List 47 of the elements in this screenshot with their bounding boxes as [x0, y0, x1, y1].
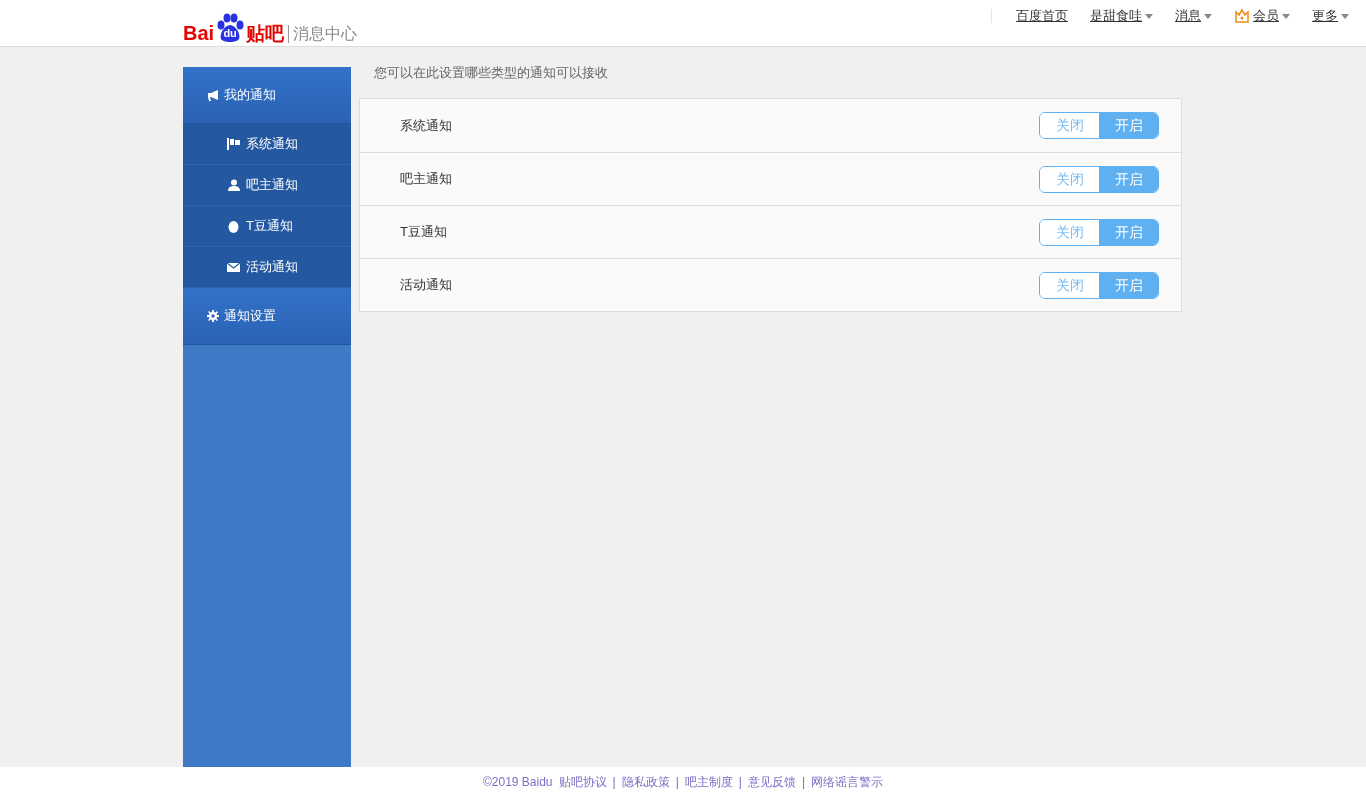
toggle-switch[interactable]: 关闭 开启 — [1039, 165, 1159, 193]
on-option[interactable]: 开启 — [1099, 272, 1158, 298]
caret-icon — [1282, 13, 1290, 19]
caret-icon — [1341, 13, 1349, 19]
separator: | — [675, 774, 679, 791]
footer-link[interactable]: 隐私政策 — [621, 773, 670, 791]
sidebar-subitem[interactable]: 吧主通知 — [183, 165, 351, 206]
footer-link[interactable]: 贴吧协议 — [558, 773, 607, 791]
footer-link[interactable]: 吧主制度 — [684, 773, 733, 791]
logo[interactable]: Bai du 贴吧 — [183, 13, 285, 43]
sidebar-item[interactable]: 我的通知 — [183, 67, 351, 124]
intro-text: 您可以在此设置哪些类型的通知可以接收 — [373, 64, 609, 82]
nav-link[interactable]: 是甜食哇 — [1090, 6, 1153, 26]
flag-icon — [227, 138, 240, 150]
sidebar-item[interactable]: 通知设置 — [183, 288, 351, 345]
megaphone-icon — [207, 89, 219, 101]
copyright-text: ©2019 Baidu — [482, 774, 553, 791]
toggle-switch[interactable]: 关闭 开启 — [1039, 271, 1159, 299]
footer-link[interactable]: 网络谣言警示 — [811, 773, 884, 791]
setting-label: T豆通知 — [400, 223, 447, 242]
setting-label: 系统通知 — [400, 116, 452, 135]
mail-icon — [227, 262, 240, 272]
crown-icon — [1234, 8, 1250, 24]
nav-link[interactable]: 会员 — [1234, 6, 1290, 26]
section-title: 消息中心 — [288, 25, 358, 43]
sidebar-subitem[interactable]: 系统通知 — [183, 124, 351, 165]
sidebar-subitem[interactable]: T豆通知 — [183, 206, 351, 247]
on-option[interactable]: 开启 — [1099, 166, 1158, 192]
toggle-switch[interactable]: 关闭 开启 — [1039, 112, 1159, 139]
bean-icon — [227, 219, 240, 233]
setting-label: 活动通知 — [400, 276, 452, 295]
on-option[interactable]: 开启 — [1099, 219, 1158, 245]
footer-link[interactable]: 意见反馈 — [747, 773, 796, 791]
separator: | — [738, 774, 742, 791]
person-icon — [227, 179, 240, 191]
setting-label: 吧主通知 — [400, 170, 452, 189]
nav-link[interactable]: 消息 — [1175, 6, 1212, 26]
sidebar-subitem[interactable]: 活动通知 — [183, 247, 351, 288]
on-option[interactable]: 开启 — [1099, 113, 1158, 138]
nav-link[interactable]: 百度首页 — [1016, 6, 1068, 26]
separator: | — [801, 774, 806, 791]
settings-icon — [207, 310, 219, 322]
separator: | — [612, 774, 616, 791]
caret-icon — [1145, 13, 1153, 19]
toggle-switch[interactable]: 关闭 开启 — [1039, 218, 1159, 246]
caret-icon — [1204, 13, 1212, 19]
nav-link[interactable]: 更多 — [1312, 6, 1349, 26]
